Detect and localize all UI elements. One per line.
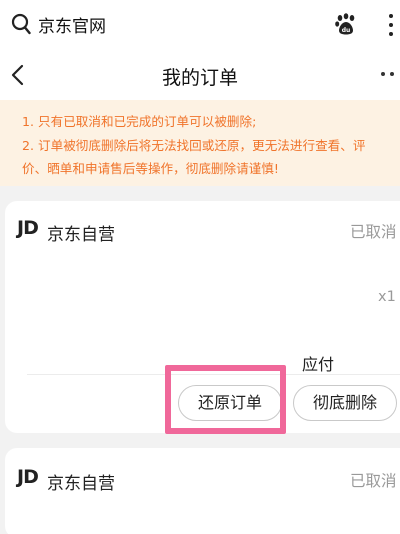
order-status: 已取消 <box>350 223 397 241</box>
jd-logo: JD <box>17 466 39 488</box>
notice-line: 1. 只有已取消和已完成的订单可以被删除; <box>22 114 257 129</box>
restore-order-button[interactable]: 还原订单 <box>178 385 282 421</box>
page-title: 我的订单 <box>161 67 238 89</box>
shop-name[interactable]: 京东自营 <box>47 220 115 245</box>
browser-menu-icon[interactable] <box>386 11 396 39</box>
site-title[interactable]: 京东官网 <box>38 12 106 37</box>
delete-permanently-button[interactable]: 彻底删除 <box>293 385 397 421</box>
delete-notice: 1. 只有已取消和已完成的订单可以被删除; 2. 订单被彻底删除后将无法找回或还… <box>0 100 400 186</box>
notice-line: 价、晒单和申请售后等操作，彻底删除请谨慎! <box>22 161 279 176</box>
notice-line: 2. 订单被彻底删除后将无法找回或还原，更无法进行查看、评 <box>22 138 366 153</box>
item-quantity: x1 <box>378 289 396 305</box>
divider <box>27 374 400 375</box>
paw-icon[interactable]: du <box>334 12 358 36</box>
search-icon[interactable] <box>11 13 31 35</box>
payable-label: 应付 <box>302 355 335 374</box>
order-status: 已取消 <box>350 472 397 490</box>
order-card[interactable]: JD 京东自营 已取消 x1 应付 还原订单 彻底删除 <box>5 201 400 433</box>
browser-bar: 京东官网 du <box>0 0 400 50</box>
nav-bar: 我的订单 <box>0 50 400 100</box>
jd-logo: JD <box>17 217 39 239</box>
order-card[interactable]: JD 京东自营 已取消 <box>5 448 400 534</box>
svg-text:du: du <box>342 27 351 34</box>
shop-name[interactable]: 京东自营 <box>47 469 115 494</box>
more-options-icon[interactable] <box>380 72 398 78</box>
